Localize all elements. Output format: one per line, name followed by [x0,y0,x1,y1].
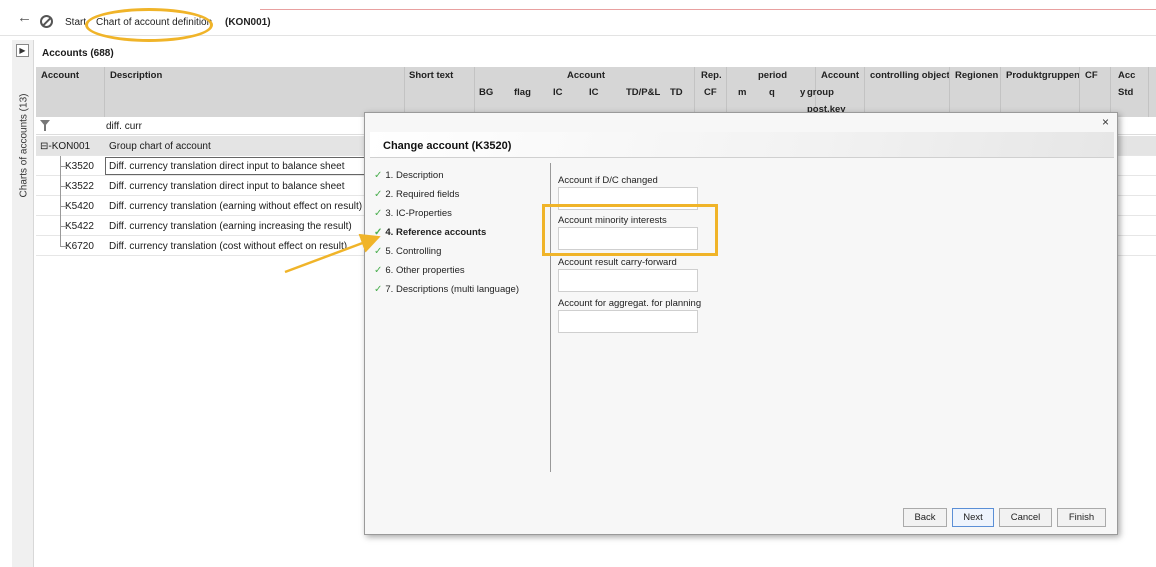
check-icon: ✓ [374,246,383,257]
check-icon: ✓ [374,284,383,295]
back-arrow-icon[interactable]: ← [17,10,32,25]
account-cell: K3522 [65,181,94,192]
sidebar-label[interactable]: Charts of accounts (13) [19,91,30,201]
account-cell: K5420 [65,201,94,212]
label-account-dc-changed: Account if D/C changed [558,175,658,186]
finish-button[interactable]: Finish [1057,508,1106,527]
description-cell: Diff. currency translation (earning with… [109,201,363,212]
breadcrumb-start[interactable]: Start [65,17,86,28]
tree-line [60,206,68,207]
description-cell: Group chart of account [109,141,211,152]
step-required-fields[interactable]: ✓ 2. Required fields [374,189,459,200]
col-ic-2[interactable]: IC [589,87,599,98]
col-flag[interactable]: flag [514,87,531,98]
tree-line [60,246,68,247]
check-icon: ✓ [374,265,383,276]
tree-line [60,166,68,167]
tree-line [60,226,68,227]
col-y[interactable]: y [800,87,805,98]
cancel-button[interactable]: Cancel [999,508,1052,527]
col-produktgruppen[interactable]: Produktgruppen [1006,70,1080,81]
step-descriptions-multi-language[interactable]: ✓ 7. Descriptions (multi language) [374,284,519,295]
col-account-group-header: Account [567,70,605,81]
step-description[interactable]: ✓ 1. Description [374,170,443,181]
back-button[interactable]: Back [903,508,947,527]
description-cell: Diff. currency translation (cost without… [109,241,348,252]
description-cell: Diff. currency translation (earning incr… [109,221,352,232]
cancel-icon[interactable] [40,15,53,28]
check-icon: ✓ [374,227,383,238]
col-m[interactable]: m [738,87,746,98]
filter-icon[interactable] [40,120,50,131]
accounts-panel-title: Accounts (688) [42,48,114,59]
col-description[interactable]: Description [110,70,162,81]
breadcrumb-code: (KON001) [225,17,271,28]
account-result-carry-forward-input[interactable] [558,269,698,292]
dialog-title: Change account (K3520) [383,140,512,152]
account-cell: K6720 [65,241,94,252]
filter-input[interactable]: diff. curr [106,121,142,132]
col-ic-1[interactable]: IC [553,87,563,98]
step-ic-properties[interactable]: ✓ 3. IC-Properties [374,208,452,219]
check-icon: ✓ [374,189,383,200]
description-cell: Diff. currency translation direct input … [109,161,345,172]
col-acc-group-2: group [807,87,834,98]
step-controlling[interactable]: ✓ 5. Controlling [374,246,441,257]
col-short-text[interactable]: Short text [409,70,453,81]
col-td[interactable]: TD [670,87,683,98]
col-q[interactable]: q [769,87,775,98]
check-icon: ✓ [374,170,383,181]
account-cell: K5422 [65,221,94,232]
col-controlling-object[interactable]: controlling object [870,70,950,81]
col-acc-std-2: Std [1118,87,1134,98]
col-bg[interactable]: BG [479,87,493,98]
charts-of-accounts-sidebar: ▶ Charts of accounts (13) [12,40,34,567]
account-cell: ⊟-KON001 [40,141,91,152]
col-period-header: period [758,70,788,81]
col-rep[interactable]: Rep. [701,70,722,81]
col-td-pl[interactable]: TD/P&L [626,87,660,98]
change-account-dialog: × Change account (K3520) ✓ 1. Description… [364,112,1118,535]
col-acc-group-1[interactable]: Account [821,70,859,81]
highlight-oval [85,8,213,42]
next-button[interactable]: Next [952,508,994,527]
label-account-result-carry-forward: Account result carry-forward [558,257,677,268]
account-aggregat-planning-input[interactable] [558,310,698,333]
close-icon[interactable]: × [1102,115,1109,129]
top-bar: ← Start - Chart of account definition (K… [0,0,1156,42]
col-cf[interactable]: CF [704,87,717,98]
tree-line [60,186,68,187]
step-reference-accounts[interactable]: ✓ 4. Reference accounts [374,227,486,238]
tree-line [60,156,61,246]
dialog-header: Change account (K3520) [370,132,1114,158]
col-regionen[interactable]: Regionen [955,70,998,81]
highlight-box [542,204,718,256]
accent-line [260,9,1156,10]
description-cell: Diff. currency translation direct input … [109,181,345,192]
col-account[interactable]: Account [41,70,79,81]
check-icon: ✓ [374,208,383,219]
step-other-properties[interactable]: ✓ 6. Other properties [374,265,465,276]
grid-header: Account Description Short text Account B… [36,67,1156,117]
col-cf-2[interactable]: CF [1085,70,1098,81]
account-cell: K3520 [65,161,94,172]
label-account-aggregat-planning: Account for aggregat. for planning [558,298,702,309]
col-acc-std-1[interactable]: Acc [1118,70,1135,81]
expand-panel-icon[interactable]: ▶ [16,44,29,57]
